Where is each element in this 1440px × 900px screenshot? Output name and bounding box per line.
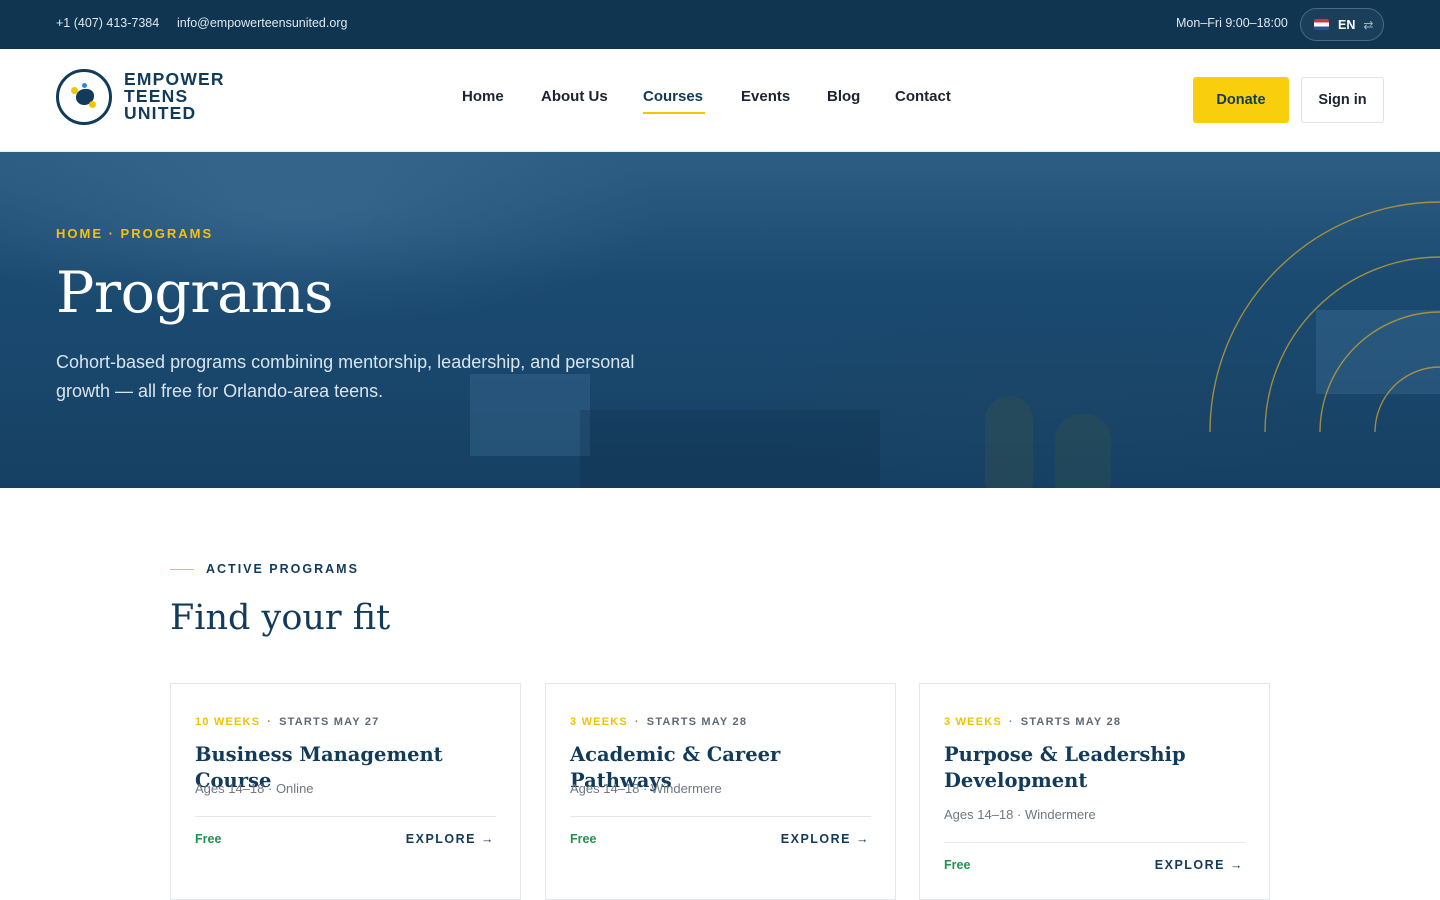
section-eyebrow: ACTIVE PROGRAMS xyxy=(206,562,359,576)
page-title: Programs xyxy=(56,260,333,326)
program-meta: 3 WEEKS · STARTS MAY 28 xyxy=(944,716,1122,728)
breadcrumb[interactable]: HOME · PROGRAMS xyxy=(56,226,213,241)
swap-icon: ⇄ xyxy=(1363,17,1374,32)
phone-link[interactable]: +1 (407) 413-7384 xyxy=(56,16,159,30)
site-header: EMPOWER TEENS UNITED Home About Us Cours… xyxy=(0,49,1440,152)
explore-link[interactable]: EXPLORE → xyxy=(781,832,870,846)
top-bar: +1 (407) 413-7384 info@empowerteensunite… xyxy=(0,0,1440,49)
language-code: EN xyxy=(1338,17,1356,32)
logo-badge-icon xyxy=(56,69,112,125)
nav-courses[interactable]: Courses xyxy=(643,88,703,105)
program-card-business-management[interactable]: 10 WEEKS · STARTS MAY 27 Business Manageme… xyxy=(170,683,521,900)
divider xyxy=(944,842,1245,843)
explore-link[interactable]: EXPLORE → xyxy=(406,832,495,846)
program-price: Free xyxy=(944,858,971,872)
nav-blog[interactable]: Blog xyxy=(827,88,860,105)
program-info: Ages 14–18 · Online xyxy=(195,781,314,796)
divider xyxy=(195,816,496,817)
program-meta: 3 WEEKS · STARTS MAY 28 xyxy=(570,716,748,728)
page-description: Cohort-based programs combining mentorsh… xyxy=(56,352,635,401)
donate-button[interactable]: Donate xyxy=(1193,77,1289,123)
eyebrow-line xyxy=(170,569,194,570)
sign-in-button[interactable]: Sign in xyxy=(1301,77,1384,123)
program-price: Free xyxy=(570,832,597,846)
section-title: Find your fit xyxy=(170,598,391,638)
language-switcher[interactable]: EN ⇄ xyxy=(1300,8,1384,41)
decorative-arcs-icon xyxy=(1209,201,1440,432)
hero-banner: HOME · PROGRAMS Programs Cohort-based pr… xyxy=(0,152,1440,488)
logo-wordmark: EMPOWER TEENS UNITED xyxy=(124,69,225,123)
program-title[interactable]: Purpose & Leadership Development xyxy=(944,742,1244,794)
email-link[interactable]: info@empowerteensunited.org xyxy=(177,16,347,30)
flag-icon xyxy=(1314,19,1329,30)
program-price: Free xyxy=(195,832,222,846)
program-info: Ages 14–18 · Windermere xyxy=(570,781,722,796)
program-card-purpose-leadership[interactable]: 3 WEEKS · STARTS MAY 28 Purpose & Leadersh… xyxy=(919,683,1270,900)
active-nav-indicator xyxy=(643,112,705,114)
nav-about-us[interactable]: About Us xyxy=(541,88,608,105)
nav-contact[interactable]: Contact xyxy=(895,88,951,105)
nav-events[interactable]: Events xyxy=(741,88,790,105)
program-meta: 10 WEEKS · STARTS MAY 27 xyxy=(195,716,380,728)
logo[interactable]: EMPOWER TEENS UNITED xyxy=(56,69,236,127)
explore-link[interactable]: EXPLORE → xyxy=(1155,858,1244,872)
divider xyxy=(570,816,871,817)
program-card-academic-career[interactable]: 3 WEEKS · STARTS MAY 28 Academic & Career … xyxy=(545,683,896,900)
nav-home[interactable]: Home xyxy=(462,88,504,105)
program-info: Ages 14–18 · Windermere xyxy=(944,807,1096,822)
opening-hours: Mon–Fri 9:00–18:00 xyxy=(1176,16,1288,30)
